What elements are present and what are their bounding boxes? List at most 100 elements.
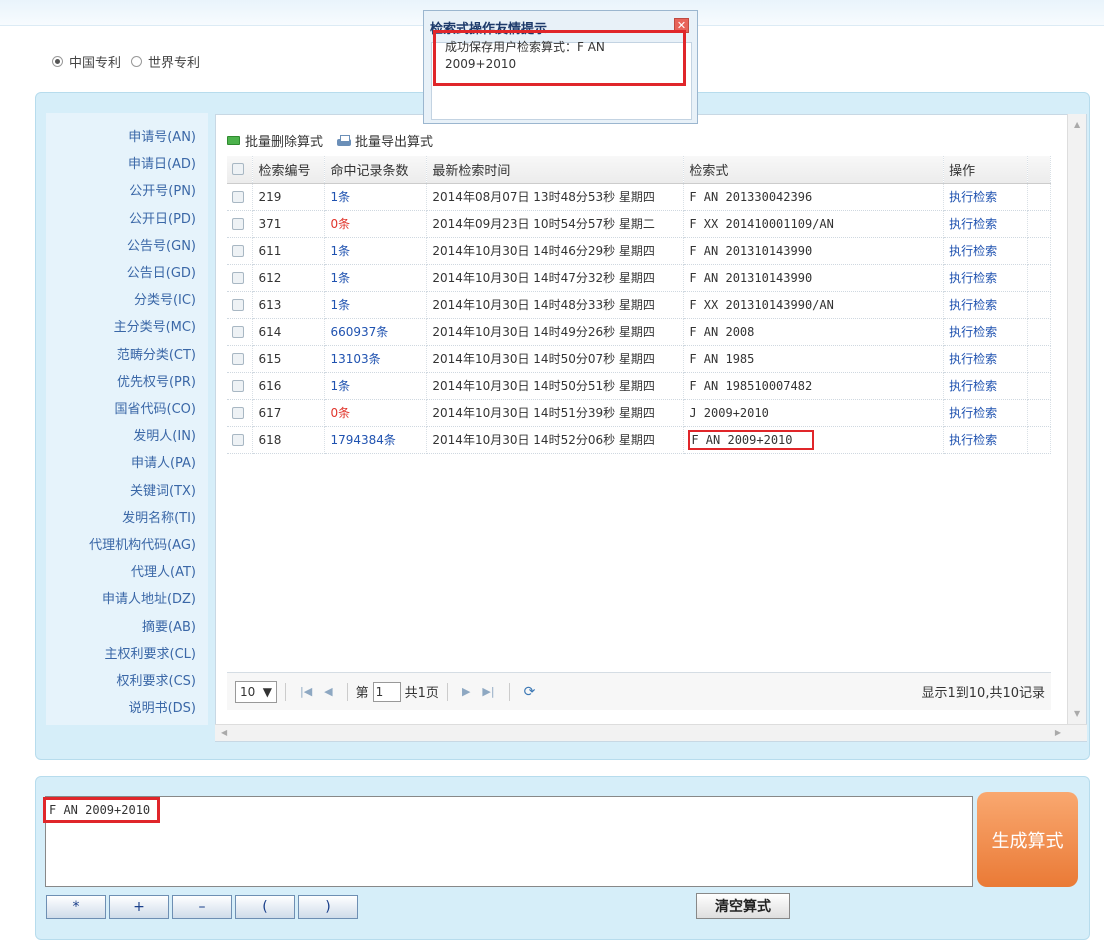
field-item[interactable]: 代理人(AT) bbox=[131, 561, 196, 580]
execute-search-link[interactable]: 执行检索 bbox=[943, 426, 1028, 454]
table-row[interactable]: 612 1条 2014年10月30日 14时47分32秒 星期四 F AN 20131… bbox=[227, 264, 1052, 292]
row-checkbox[interactable] bbox=[232, 434, 244, 446]
field-item[interactable]: 发明人(IN) bbox=[133, 425, 196, 444]
column-header-action[interactable]: 操作 bbox=[943, 156, 1028, 184]
radio-label-world[interactable]: 世界专利 bbox=[148, 52, 200, 71]
scroll-down-icon[interactable]: ▼ bbox=[1074, 709, 1080, 718]
radio-label-china[interactable]: 中国专利 bbox=[69, 52, 121, 71]
refresh-icon[interactable]: ⟳ bbox=[524, 684, 536, 700]
radio-china-patent[interactable] bbox=[52, 56, 63, 67]
execute-search-link[interactable]: 执行检索 bbox=[943, 264, 1028, 292]
row-checkbox[interactable] bbox=[232, 245, 244, 257]
table-row[interactable]: 616 1条 2014年10月30日 14时50分51秒 星期四 F AN 19851… bbox=[227, 372, 1052, 400]
field-item[interactable]: 公开号(PN) bbox=[129, 180, 196, 199]
field-item[interactable]: 公告日(GD) bbox=[127, 262, 196, 281]
field-item[interactable]: 主分类号(MC) bbox=[114, 316, 196, 335]
field-item[interactable]: 分类号(IC) bbox=[134, 289, 196, 308]
row-checkbox[interactable] bbox=[232, 326, 244, 338]
clear-expression-button[interactable]: 清空算式 bbox=[696, 893, 790, 919]
cell-hits[interactable]: 1794384条 bbox=[324, 426, 428, 454]
radio-world-patent[interactable] bbox=[131, 56, 143, 67]
cell-time: 2014年08月07日 13时48分53秒 星期四 bbox=[426, 183, 685, 211]
operator-minus-button[interactable]: – bbox=[172, 895, 232, 919]
operator-multiply-button[interactable]: * bbox=[46, 895, 106, 919]
expression-textarea[interactable]: F AN 2009+2010 bbox=[42, 796, 973, 887]
page-size-select[interactable]: 10 ▼ bbox=[235, 680, 277, 703]
next-page-icon[interactable]: ▶ bbox=[462, 685, 470, 698]
field-item[interactable]: 申请人地址(DZ) bbox=[102, 588, 196, 607]
cell-hits[interactable]: 1条 bbox=[324, 291, 428, 319]
table-row[interactable]: 615 13103条 2014年10月30日 14时50分07秒 星期四 F AN 1… bbox=[227, 345, 1052, 373]
last-page-icon[interactable]: ▶| bbox=[482, 685, 494, 698]
table-row[interactable]: 219 1条 2014年08月07日 13时48分53秒 星期四 F AN 20133… bbox=[227, 183, 1052, 211]
field-item[interactable]: 申请人(PA) bbox=[131, 452, 196, 471]
field-item[interactable]: 发明名称(TI) bbox=[122, 507, 196, 526]
operator-close-paren-button[interactable]: ) bbox=[298, 895, 358, 919]
table-row[interactable]: 611 1条 2014年10月30日 14时46分29秒 星期四 F AN 20131… bbox=[227, 237, 1052, 265]
field-item[interactable]: 说明书(DS) bbox=[129, 697, 196, 716]
batch-export-button[interactable]: 批量导出算式 bbox=[337, 131, 433, 150]
column-header-hits[interactable]: 命中记录条数 bbox=[324, 156, 428, 184]
field-item[interactable]: 主权利要求(CL) bbox=[105, 643, 196, 662]
row-checkbox[interactable] bbox=[232, 299, 244, 311]
field-item[interactable]: 公告号(GN) bbox=[127, 235, 196, 254]
cell-hits[interactable]: 1条 bbox=[324, 237, 428, 265]
cell-hits[interactable]: 660937条 bbox=[324, 318, 428, 346]
row-checkbox[interactable] bbox=[232, 407, 244, 419]
table-row[interactable]: 614 660937条 2014年10月30日 14时49分26秒 星期四 F AN … bbox=[227, 318, 1052, 346]
scroll-up-icon[interactable]: ▲ bbox=[1074, 120, 1080, 129]
row-checkbox[interactable] bbox=[232, 272, 244, 284]
prev-page-icon[interactable]: ◀ bbox=[324, 685, 332, 698]
field-item[interactable]: 摘要(AB) bbox=[142, 616, 196, 635]
page-number-input[interactable]: 1 bbox=[372, 681, 401, 702]
table-row[interactable]: 613 1条 2014年10月30日 14时48分33秒 星期四 F XX 20131… bbox=[227, 291, 1052, 319]
cell-hits[interactable]: 0条 bbox=[324, 210, 428, 238]
field-item[interactable]: 代理机构代码(AG) bbox=[89, 534, 196, 553]
execute-search-link[interactable]: 执行检索 bbox=[943, 399, 1028, 427]
cell-hits[interactable]: 0条 bbox=[324, 399, 428, 427]
row-checkbox[interactable] bbox=[232, 353, 244, 365]
column-header-time[interactable]: 最新检索时间 bbox=[426, 156, 685, 184]
cell-filler bbox=[1027, 183, 1052, 211]
table-row[interactable]: 618 1794384条 2014年10月30日 14时52分06秒 星期四 F AN… bbox=[227, 426, 1052, 454]
cell-hits[interactable]: 13103条 bbox=[324, 345, 428, 373]
batch-delete-button[interactable]: 批量删除算式 bbox=[227, 131, 323, 150]
execute-search-link[interactable]: 执行检索 bbox=[943, 372, 1028, 400]
column-header-id[interactable]: 检索编号 bbox=[252, 156, 326, 184]
field-item[interactable]: 优先权号(PR) bbox=[117, 371, 196, 390]
generate-expression-button[interactable]: 生成算式 bbox=[977, 792, 1078, 887]
execute-search-link[interactable]: 执行检索 bbox=[943, 210, 1028, 238]
cell-hits[interactable]: 1条 bbox=[324, 264, 428, 292]
scroll-right-icon[interactable]: ▶ bbox=[1055, 728, 1061, 737]
scroll-left-icon[interactable]: ◀ bbox=[221, 728, 227, 737]
cell-hits[interactable]: 1条 bbox=[324, 372, 428, 400]
cell-time: 2014年09月23日 10时54分57秒 星期二 bbox=[426, 210, 685, 238]
field-item[interactable]: 范畴分类(CT) bbox=[117, 344, 196, 363]
select-all-checkbox[interactable] bbox=[232, 163, 244, 176]
column-header-expression[interactable]: 检索式 bbox=[683, 156, 945, 184]
execute-search-link[interactable]: 执行检索 bbox=[943, 183, 1028, 211]
expression-text: F AN 201310143990 bbox=[689, 243, 813, 258]
field-item[interactable]: 权利要求(CS) bbox=[117, 670, 196, 689]
operator-plus-button[interactable]: + bbox=[109, 895, 169, 919]
execute-search-link[interactable]: 执行检索 bbox=[943, 291, 1028, 319]
row-checkbox[interactable] bbox=[232, 218, 244, 230]
vertical-scrollbar[interactable]: ▲ ▼ bbox=[1067, 114, 1086, 724]
execute-search-link[interactable]: 执行检索 bbox=[943, 237, 1028, 265]
field-item[interactable]: 公开日(PD) bbox=[129, 208, 196, 227]
horizontal-scrollbar[interactable]: ◀ ▶ bbox=[215, 724, 1087, 741]
execute-search-link[interactable]: 执行检索 bbox=[943, 318, 1028, 346]
cell-hits[interactable]: 1条 bbox=[324, 183, 428, 211]
execute-search-link[interactable]: 执行检索 bbox=[943, 345, 1028, 373]
field-item[interactable]: 申请日(AD) bbox=[128, 153, 196, 172]
row-checkbox[interactable] bbox=[232, 191, 244, 203]
table-row[interactable]: 371 0条 2014年09月23日 10时54分57秒 星期二 F XX 20141… bbox=[227, 210, 1052, 238]
operator-open-paren-button[interactable]: ( bbox=[235, 895, 295, 919]
field-item[interactable]: 国省代码(CO) bbox=[115, 398, 196, 417]
cell-time: 2014年10月30日 14时51分39秒 星期四 bbox=[426, 399, 685, 427]
first-page-icon[interactable]: |◀ bbox=[300, 685, 312, 698]
field-item[interactable]: 申请号(AN) bbox=[128, 126, 196, 145]
table-row[interactable]: 617 0条 2014年10月30日 14时51分39秒 星期四 J 2009+201… bbox=[227, 399, 1052, 427]
field-item[interactable]: 关键词(TX) bbox=[130, 480, 196, 499]
row-checkbox[interactable] bbox=[232, 380, 244, 392]
